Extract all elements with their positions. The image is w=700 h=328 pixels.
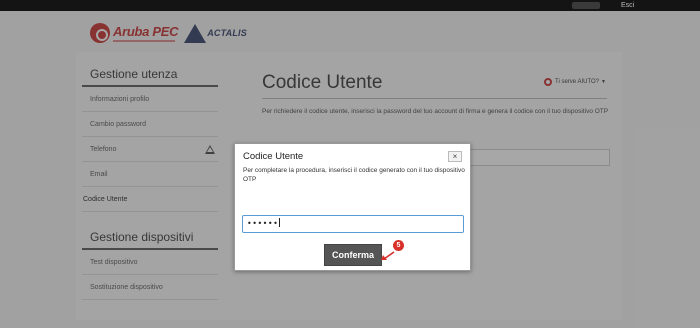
dialog-title: Codice Utente bbox=[243, 151, 304, 162]
top-bar: Esci bbox=[0, 0, 700, 11]
step-arrow-icon bbox=[381, 251, 395, 260]
user-name-chip bbox=[572, 2, 600, 9]
otp-code-input[interactable]: •••••• bbox=[242, 215, 464, 233]
logout-link[interactable]: Esci bbox=[621, 1, 634, 10]
user-code-dialog: Codice Utente × Per completare la proced… bbox=[234, 143, 471, 271]
dialog-instructions: Per completare la procedura, inserisci i… bbox=[243, 167, 465, 183]
step-number-badge: 5 bbox=[393, 240, 404, 251]
confirm-button[interactable]: Conferma bbox=[324, 244, 382, 266]
close-button[interactable]: × bbox=[448, 151, 462, 162]
